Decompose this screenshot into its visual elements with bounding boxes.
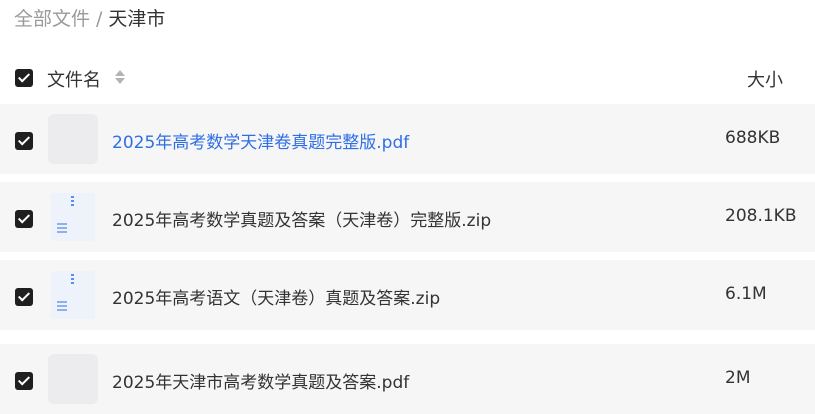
file-name-link[interactable]: 2025年高考数学真题及答案（天津卷）完整版.zip — [112, 206, 491, 231]
zip-file-icon — [51, 271, 95, 319]
table-row[interactable]: 2025年高考数学天津卷真题完整版.pdf 688KB — [0, 104, 815, 174]
file-name-link[interactable]: 2025年高考语文（天津卷）真题及答案.zip — [112, 284, 440, 309]
file-size: 688KB — [725, 128, 781, 148]
zip-file-icon — [51, 193, 95, 241]
file-size: 208.1KB — [725, 206, 797, 226]
breadcrumb-root-link[interactable]: 全部文件 — [14, 8, 90, 30]
breadcrumb-separator: / — [96, 8, 103, 30]
table-header: 文件名 大小 — [0, 58, 815, 98]
file-name-link[interactable]: 2025年天津市高考数学真题及答案.pdf — [112, 368, 409, 393]
table-row[interactable]: 2025年高考数学真题及答案（天津卷）完整版.zip 208.1KB — [0, 182, 815, 252]
column-header-name[interactable]: 文件名 — [47, 66, 101, 92]
row-checkbox[interactable] — [15, 288, 33, 306]
table-row[interactable]: 2025年天津市高考数学真题及答案.pdf 2M — [0, 344, 815, 414]
breadcrumb-current: 天津市 — [108, 8, 166, 30]
file-size: 2M — [725, 368, 751, 388]
row-checkbox[interactable] — [15, 132, 33, 150]
pdf-thumbnail-icon — [48, 354, 98, 404]
select-all-checkbox[interactable] — [15, 69, 33, 87]
file-name-link[interactable]: 2025年高考数学天津卷真题完整版.pdf — [112, 128, 409, 153]
column-header-size: 大小 — [747, 70, 783, 91]
breadcrumb: 全部文件 / 天津市 — [14, 6, 165, 32]
row-checkbox[interactable] — [15, 372, 33, 390]
sort-icon[interactable] — [115, 68, 125, 86]
file-size: 6.1M — [725, 284, 767, 304]
pdf-thumbnail-icon — [48, 114, 98, 164]
row-checkbox[interactable] — [15, 210, 33, 228]
table-row[interactable]: 2025年高考语文（天津卷）真题及答案.zip 6.1M — [0, 260, 815, 330]
